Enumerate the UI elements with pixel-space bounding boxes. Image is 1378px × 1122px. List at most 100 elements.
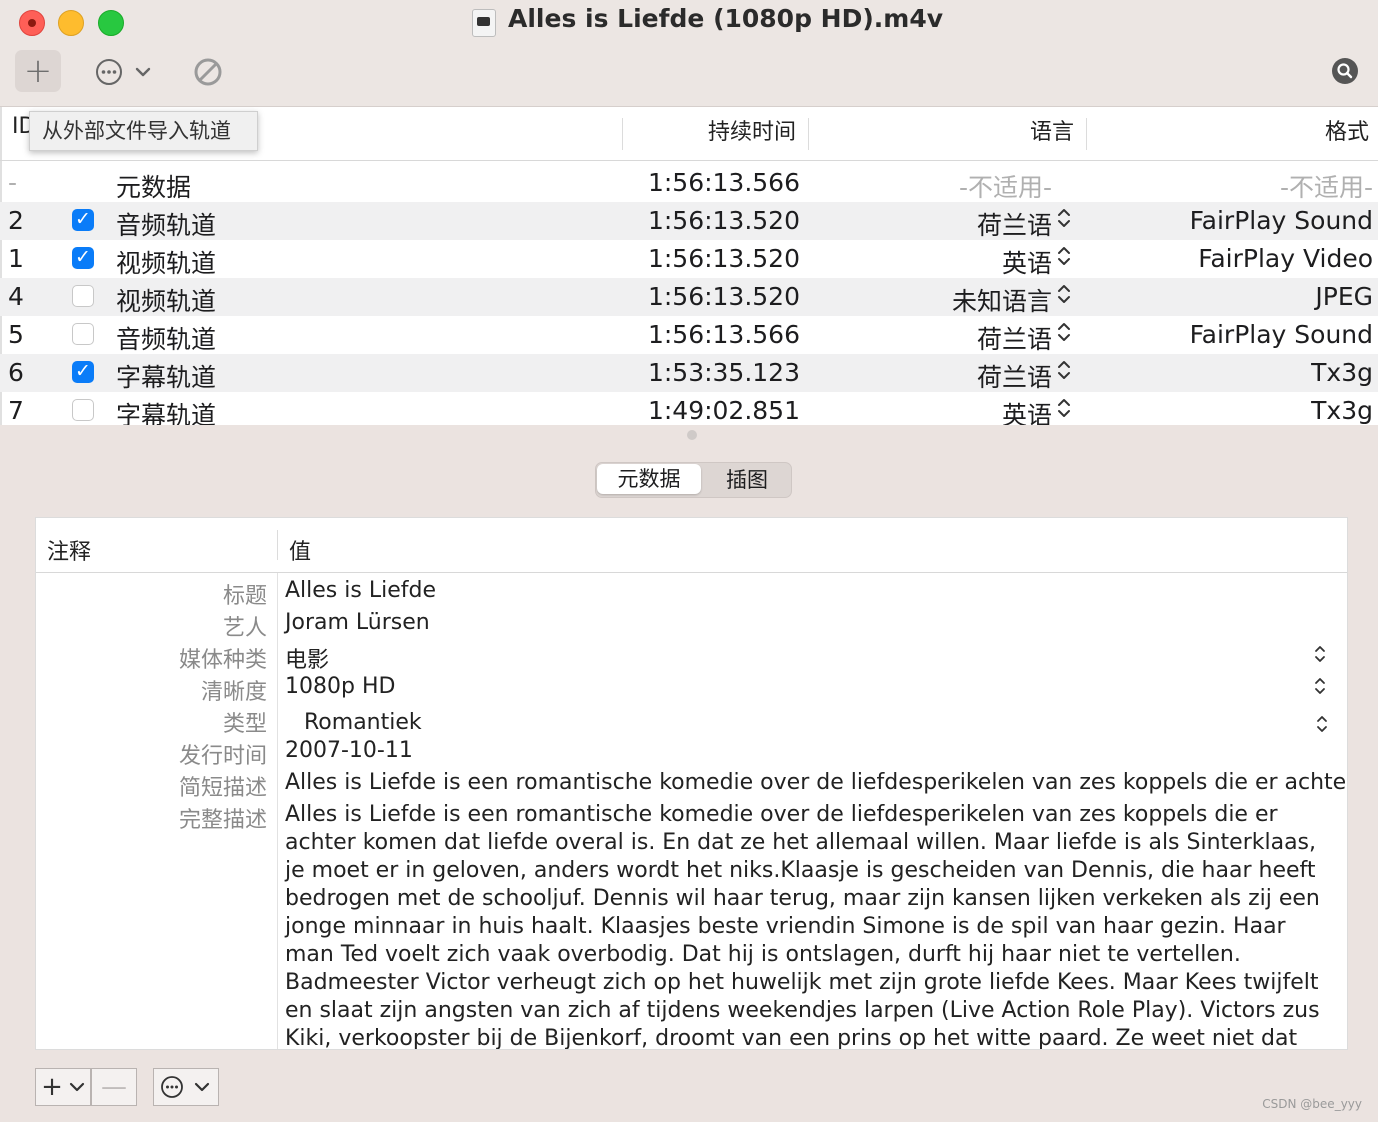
track-format: FairPlay Video bbox=[1198, 244, 1373, 273]
metadata-value-long-description[interactable]: Alles is Liefde is een romantische komed… bbox=[285, 801, 1335, 1049]
metadata-key-media-kind: 媒体种类 bbox=[178, 648, 267, 673]
track-enabled-checkbox[interactable] bbox=[72, 323, 94, 345]
search-button[interactable] bbox=[1330, 56, 1360, 86]
track-enabled-checkbox[interactable] bbox=[72, 399, 94, 421]
more-actions-button[interactable] bbox=[94, 56, 154, 88]
metadata-value-title[interactable]: Alles is Liefde bbox=[285, 578, 436, 603]
remove-metadata-button[interactable]: — bbox=[91, 1068, 137, 1106]
updown-chevron-icon[interactable] bbox=[1313, 644, 1327, 664]
prohibited-icon bbox=[194, 58, 222, 86]
track-row[interactable]: 5 音频轨道 1:56:13.566 荷兰语 FairPlay Sound bbox=[0, 316, 1378, 354]
metadata-table: 注释 值 标题 Alles is Liefde 艺人 Joram Lürsen … bbox=[35, 517, 1348, 1050]
column-header-value[interactable]: 值 bbox=[289, 534, 311, 566]
import-track-tooltip: 从外部文件导入轨道 bbox=[29, 111, 258, 151]
metadata-value-definition[interactable]: 1080p HD bbox=[285, 674, 395, 699]
track-format: Tx3g bbox=[1311, 358, 1373, 387]
track-language-select[interactable]: 荷兰语 bbox=[977, 206, 1052, 242]
zoom-window-button[interactable] bbox=[98, 10, 124, 36]
track-language-select[interactable]: 英语 bbox=[1002, 396, 1052, 425]
window-toolbar: Alles is Liefde (1080p HD).m4v + bbox=[0, 0, 1378, 107]
search-icon bbox=[1332, 58, 1358, 84]
tab-artwork[interactable]: 插图 bbox=[706, 463, 788, 497]
tab-metadata[interactable]: 元数据 bbox=[597, 464, 701, 494]
track-name: 视频轨道 bbox=[116, 287, 217, 316]
updown-chevron-icon bbox=[1056, 283, 1072, 310]
metadata-value-genre[interactable]: Romantiek bbox=[304, 710, 422, 735]
column-divider bbox=[277, 573, 278, 1049]
split-view-handle[interactable] bbox=[687, 430, 697, 440]
track-duration: 1:56:13.520 bbox=[647, 244, 800, 273]
metadata-value-artist[interactable]: Joram Lürsen bbox=[285, 610, 430, 635]
track-enabled-checkbox[interactable] bbox=[72, 285, 94, 307]
track-name: 字幕轨道 bbox=[116, 363, 217, 392]
minimize-window-button[interactable] bbox=[58, 10, 84, 36]
track-format: Tx3g bbox=[1311, 396, 1373, 425]
view-segmented-control: 元数据 插图 bbox=[595, 462, 792, 498]
track-language-select[interactable]: 未知语言 bbox=[952, 282, 1052, 318]
metadata-key-artist: 艺人 bbox=[222, 616, 267, 641]
track-duration: 1:56:13.520 bbox=[647, 282, 800, 311]
watermark: CSDN @bee_yyy bbox=[1262, 1097, 1362, 1111]
track-format: FairPlay Sound bbox=[1189, 206, 1373, 235]
close-window-button[interactable] bbox=[19, 10, 45, 36]
updown-chevron-icon[interactable] bbox=[1313, 676, 1327, 696]
track-format: -不适用- bbox=[1279, 173, 1373, 202]
track-language-select[interactable]: 荷兰语 bbox=[977, 320, 1052, 356]
updown-chevron-icon bbox=[1056, 321, 1072, 348]
column-header-format[interactable]: 格式 bbox=[1325, 114, 1369, 146]
track-language-select[interactable]: 英语 bbox=[1002, 244, 1052, 280]
track-id: 7 bbox=[8, 396, 24, 425]
header-divider bbox=[36, 572, 1347, 573]
track-row-metadata[interactable]: - 元数据 1:56:13.566 -不适用- -不适用- bbox=[0, 164, 1378, 202]
add-metadata-button[interactable]: + bbox=[35, 1068, 91, 1106]
updown-chevron-icon bbox=[1056, 397, 1072, 424]
metadata-key-release-date: 发行时间 bbox=[178, 744, 267, 769]
track-id: 6 bbox=[8, 358, 24, 387]
metadata-value-short-description[interactable]: Alles is Liefde is een romantische komed… bbox=[285, 770, 1347, 795]
track-duration: 1:53:35.123 bbox=[647, 358, 800, 387]
metadata-key-definition: 清晰度 bbox=[200, 680, 267, 705]
window-title: Alles is Liefde (1080p HD).m4v bbox=[508, 4, 944, 33]
updown-chevron-icon bbox=[1056, 359, 1072, 386]
track-language-select[interactable]: 荷兰语 bbox=[977, 358, 1052, 394]
metadata-value-media-kind[interactable]: 电影 bbox=[285, 642, 329, 674]
track-row[interactable]: 1 视频轨道 1:56:13.520 英语 FairPlay Video bbox=[0, 240, 1378, 278]
clear-button[interactable] bbox=[192, 56, 224, 88]
column-header-key[interactable]: 注释 bbox=[47, 534, 91, 566]
metadata-value-release-date[interactable]: 2007-10-11 bbox=[285, 738, 413, 763]
track-duration: 1:56:13.566 bbox=[647, 320, 800, 349]
updown-chevron-icon bbox=[1056, 245, 1072, 272]
add-track-button[interactable]: + bbox=[15, 50, 61, 92]
track-id: 1 bbox=[8, 244, 24, 273]
track-row[interactable]: 7 字幕轨道 1:49:02.851 英语 Tx3g bbox=[0, 392, 1378, 425]
column-separator bbox=[808, 118, 809, 150]
chevron-down-icon bbox=[69, 1082, 84, 1092]
track-id: - bbox=[8, 168, 18, 197]
track-enabled-checkbox[interactable] bbox=[72, 208, 94, 231]
column-separator bbox=[277, 530, 278, 560]
column-header-language[interactable]: 语言 bbox=[1030, 114, 1074, 146]
column-separator bbox=[1086, 118, 1087, 150]
track-id: 4 bbox=[8, 282, 24, 311]
track-id: 5 bbox=[8, 320, 24, 349]
track-enabled-checkbox[interactable] bbox=[72, 246, 94, 269]
track-format: JPEG bbox=[1315, 282, 1373, 311]
metadata-actions-button[interactable] bbox=[153, 1068, 219, 1106]
document-icon bbox=[472, 9, 496, 37]
ellipsis-circle-icon bbox=[161, 1076, 210, 1098]
metadata-key-genre: 类型 bbox=[222, 712, 267, 737]
metadata-key-long-description: 完整描述 bbox=[178, 808, 267, 833]
track-format: FairPlay Sound bbox=[1189, 320, 1373, 349]
header-divider bbox=[0, 160, 1378, 161]
track-name: 视频轨道 bbox=[116, 249, 217, 278]
updown-chevron-icon bbox=[1056, 207, 1072, 234]
track-row[interactable]: 4 视频轨道 1:56:13.520 未知语言 JPEG bbox=[0, 278, 1378, 316]
track-language: -不适用- bbox=[958, 173, 1052, 202]
track-enabled-checkbox[interactable] bbox=[72, 360, 94, 383]
track-row[interactable]: 6 字幕轨道 1:53:35.123 荷兰语 Tx3g bbox=[0, 354, 1378, 392]
track-name: 音频轨道 bbox=[116, 211, 217, 240]
track-row[interactable]: 2 音频轨道 1:56:13.520 荷兰语 FairPlay Sound bbox=[0, 202, 1378, 240]
updown-chevron-icon[interactable] bbox=[1315, 714, 1329, 734]
track-duration: 1:56:13.566 bbox=[647, 168, 800, 197]
column-header-duration[interactable]: 持续时间 bbox=[708, 114, 796, 146]
